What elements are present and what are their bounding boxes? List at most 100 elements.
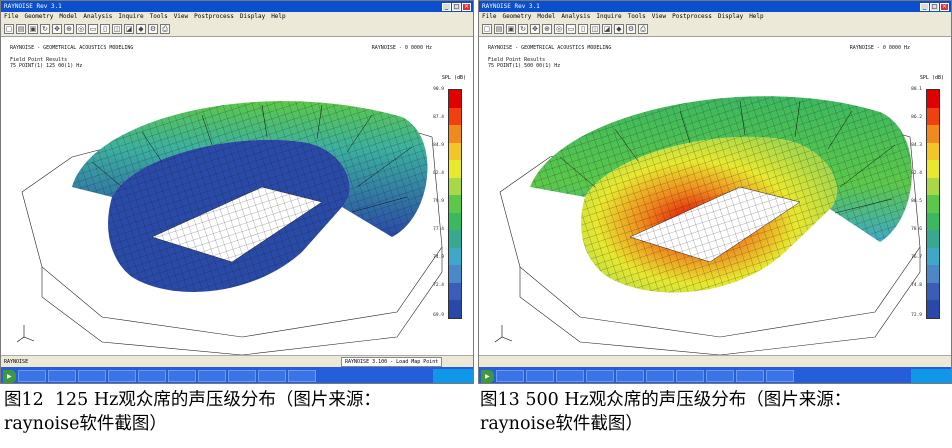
menu-file[interactable]: File [4, 12, 18, 21]
taskbar: ▶ [1, 367, 473, 383]
scale-tick: 90.9 [433, 87, 444, 92]
menu-geometry[interactable]: Geometry [24, 12, 53, 21]
command-box[interactable]: RAYNOISE 3.100 - Load Map Point [341, 357, 443, 367]
print-icon[interactable]: ⎙ [160, 23, 170, 34]
scale-tick: 77.4 [433, 227, 444, 232]
taskbar-item[interactable] [257, 370, 286, 382]
scale-tick: 84.3 [911, 143, 922, 148]
menu-inquire[interactable]: Inquire [596, 12, 621, 21]
shade-icon[interactable]: ◆ [136, 23, 146, 34]
pan-icon[interactable]: ✥ [52, 23, 62, 34]
scale-tick: 86.2 [911, 115, 922, 120]
taskbar-item[interactable] [107, 370, 136, 382]
stadium-model [499, 96, 921, 355]
title-bar[interactable]: RAYNOISE Rev 3.1 _ □ × [479, 1, 951, 12]
start-button[interactable]: ▶ [3, 369, 16, 383]
save-icon[interactable]: ▣ [28, 23, 38, 34]
view-front-icon[interactable]: ▭ [566, 23, 576, 34]
menu-model[interactable]: Model [59, 12, 77, 21]
taskbar-item[interactable] [77, 370, 106, 382]
print-icon[interactable]: ⎙ [638, 23, 648, 34]
view-front-icon[interactable]: ▭ [88, 23, 98, 34]
axis-triad-icon [16, 325, 35, 343]
raynoise-window-125hz: RAYNOISE Rev 3.1 _ □ × File Geometry Mod… [0, 0, 474, 384]
view-top-icon[interactable]: ▯ [100, 23, 110, 34]
minimize-button[interactable]: _ [920, 2, 929, 11]
taskbar-item[interactable] [137, 370, 166, 382]
menu-postprocess[interactable]: Postprocess [672, 12, 712, 21]
taskbar-item[interactable] [525, 370, 554, 382]
menu-geometry[interactable]: Geometry [502, 12, 531, 21]
scale-swatch [449, 247, 461, 266]
graphics-canvas[interactable]: RAYNOISE - GEOMETRICAL ACOUSTICS MODELIN… [2, 37, 472, 355]
scale-swatch [927, 142, 939, 161]
taskbar-item[interactable] [495, 370, 524, 382]
menu-view[interactable]: View [174, 12, 188, 21]
view-iso-icon[interactable]: ◪ [124, 23, 134, 34]
menu-help[interactable]: Help [749, 12, 763, 21]
menu-postprocess[interactable]: Postprocess [194, 12, 234, 21]
window-title: RAYNOISE Rev 3.1 [482, 3, 540, 10]
menu-analysis[interactable]: Analysis [83, 12, 112, 21]
pan-icon[interactable]: ✥ [530, 23, 540, 34]
rotate-icon[interactable]: ↻ [518, 23, 528, 34]
taskbar-item[interactable] [615, 370, 644, 382]
taskbar-item[interactable] [735, 370, 764, 382]
menu-tools[interactable]: Tools [628, 12, 646, 21]
taskbar-item[interactable] [17, 370, 46, 382]
taskbar-item[interactable] [227, 370, 256, 382]
scale-swatch [927, 195, 939, 213]
close-button[interactable]: × [462, 2, 471, 11]
settings-icon[interactable]: ⚙ [148, 23, 158, 34]
settings-icon[interactable]: ⚙ [626, 23, 636, 34]
menu-analysis[interactable]: Analysis [561, 12, 590, 21]
menu-view[interactable]: View [652, 12, 666, 21]
taskbar-item[interactable] [675, 370, 704, 382]
taskbar-item[interactable] [705, 370, 734, 382]
view-iso-icon[interactable]: ◪ [602, 23, 612, 34]
fit-icon[interactable]: ◎ [76, 23, 86, 34]
zoom-icon[interactable]: ⊕ [542, 23, 552, 34]
rotate-icon[interactable]: ↻ [40, 23, 50, 34]
raynoise-window-500hz: RAYNOISE Rev 3.1 _ □ × File Geometry Mod… [478, 0, 952, 384]
fit-icon[interactable]: ◎ [554, 23, 564, 34]
view-top-icon[interactable]: ▯ [578, 23, 588, 34]
save-icon[interactable]: ▣ [506, 23, 516, 34]
new-file-icon[interactable]: ▢ [482, 23, 492, 34]
menu-inquire[interactable]: Inquire [118, 12, 143, 21]
system-tray[interactable] [433, 369, 473, 383]
open-file-icon[interactable]: ▤ [16, 23, 26, 34]
title-bar[interactable]: RAYNOISE Rev 3.1 _ □ × [1, 1, 473, 12]
taskbar-item[interactable] [765, 370, 794, 382]
taskbar-item[interactable] [585, 370, 614, 382]
taskbar-item[interactable] [287, 370, 316, 382]
menu-file[interactable]: File [482, 12, 496, 21]
taskbar-item[interactable] [197, 370, 226, 382]
taskbar-item[interactable] [47, 370, 76, 382]
taskbar-item[interactable] [555, 370, 584, 382]
view-side-icon[interactable]: ◫ [112, 23, 122, 34]
zoom-icon[interactable]: ⊕ [64, 23, 74, 34]
menu-model[interactable]: Model [537, 12, 555, 21]
start-button[interactable]: ▶ [481, 369, 494, 383]
menu-help[interactable]: Help [271, 12, 285, 21]
scale-swatch [449, 212, 461, 231]
menu-tools[interactable]: Tools [150, 12, 168, 21]
system-tray[interactable] [911, 369, 951, 383]
open-file-icon[interactable]: ▤ [494, 23, 504, 34]
shade-icon[interactable]: ◆ [614, 23, 624, 34]
minimize-button[interactable]: _ [442, 2, 451, 11]
scale-swatch [449, 265, 461, 283]
graphics-canvas[interactable]: RAYNOISE - GEOMETRICAL ACOUSTICS MODELIN… [480, 37, 950, 355]
menu-display[interactable]: Display [718, 12, 743, 21]
scale-swatch [927, 282, 939, 301]
view-side-icon[interactable]: ◫ [590, 23, 600, 34]
close-button[interactable]: × [940, 2, 949, 11]
maximize-button[interactable]: □ [930, 2, 939, 11]
menu-display[interactable]: Display [240, 12, 265, 21]
maximize-button[interactable]: □ [452, 2, 461, 11]
taskbar-item[interactable] [167, 370, 196, 382]
new-file-icon[interactable]: ▢ [4, 23, 14, 34]
scale-tick: 82.4 [433, 171, 444, 176]
taskbar-item[interactable] [645, 370, 674, 382]
